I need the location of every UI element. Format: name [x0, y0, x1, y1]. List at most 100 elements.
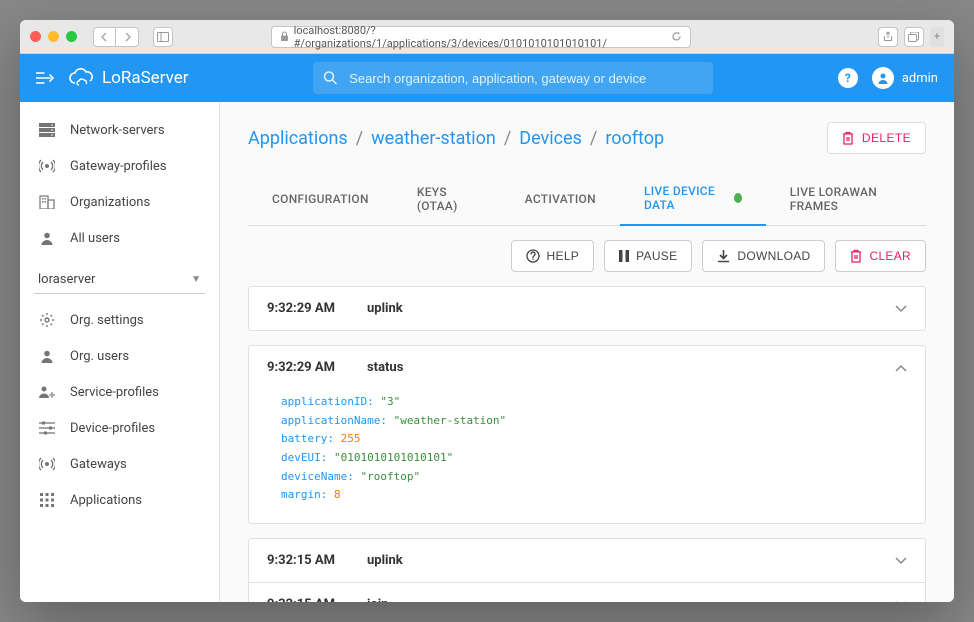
- json-key: battery:: [281, 432, 334, 445]
- crumb-app-name[interactable]: weather-station: [371, 128, 496, 149]
- nav-arrows: [93, 27, 139, 47]
- event-time: 9:32:15 AM: [267, 553, 367, 568]
- delete-label: DELETE: [862, 131, 911, 145]
- main-content: Applications / weather-station / Devices…: [220, 102, 954, 602]
- browser-chrome: localhost:8080/?#/organizations/1/applic…: [20, 20, 954, 54]
- event-detail: applicationID: "3" applicationName: "wea…: [249, 389, 925, 523]
- crumb-separator: /: [504, 128, 511, 149]
- refresh-icon[interactable]: [671, 31, 682, 42]
- clear-label: CLEAR: [869, 249, 911, 263]
- crumb-applications[interactable]: Applications: [248, 128, 348, 149]
- sidebar-item-applications[interactable]: Applications: [20, 482, 219, 518]
- tabs: CONFIGURATION KEYS (OTAA) ACTIVATION LIV…: [248, 172, 926, 226]
- chrome-right-buttons: +: [878, 27, 944, 47]
- sidebar-item-label: Service-profiles: [70, 385, 159, 400]
- tab-live-lorawan-frames[interactable]: LIVE LORAWAN FRAMES: [766, 172, 926, 225]
- event-row[interactable]: 9:32:15 AM join: [249, 583, 925, 602]
- pause-label: PAUSE: [636, 249, 677, 263]
- sidebar-toggle-button[interactable]: [153, 27, 173, 47]
- crumb-devices[interactable]: Devices: [519, 128, 582, 149]
- user-icon: [38, 347, 56, 365]
- event-time: 9:32:29 AM: [267, 360, 367, 375]
- org-selector[interactable]: loraserver ▼: [34, 266, 205, 294]
- server-icon: [38, 121, 56, 139]
- json-value: "weather-station": [394, 414, 507, 427]
- delete-button[interactable]: DELETE: [827, 122, 926, 154]
- new-tab-button[interactable]: +: [930, 27, 944, 47]
- tab-activation[interactable]: ACTIVATION: [501, 172, 620, 225]
- crumb-separator: /: [356, 128, 363, 149]
- forward-button[interactable]: [116, 28, 138, 46]
- sidebar-item-network-servers[interactable]: Network-servers: [20, 112, 219, 148]
- event-time: 9:32:29 AM: [267, 301, 367, 316]
- crumb-device-name[interactable]: rooftop: [605, 128, 664, 149]
- share-button[interactable]: [878, 27, 898, 47]
- tab-keys[interactable]: KEYS (OTAA): [393, 172, 501, 225]
- sidebar-item-gateways[interactable]: Gateways: [20, 446, 219, 482]
- event-panel: 9:32:29 AM uplink: [248, 286, 926, 331]
- sidebar-item-label: Gateway-profiles: [70, 159, 167, 174]
- sidebar-item-gateway-profiles[interactable]: Gateway-profiles: [20, 148, 219, 184]
- tab-live-device-data[interactable]: LIVE DEVICE DATA: [620, 172, 766, 226]
- event-row[interactable]: 9:32:29 AM uplink: [249, 287, 925, 330]
- search-input[interactable]: [313, 62, 713, 94]
- antenna-icon: [38, 157, 56, 175]
- json-value: "0101010101010101": [334, 451, 453, 464]
- sidebar-item-label: Network-servers: [70, 123, 165, 138]
- json-key: applicationName:: [281, 414, 387, 427]
- sidebar-item-all-users[interactable]: All users: [20, 220, 219, 256]
- json-value: "rooftop": [360, 470, 420, 483]
- sidebar-item-org-users[interactable]: Org. users: [20, 338, 219, 374]
- pause-button[interactable]: PAUSE: [604, 240, 692, 272]
- sidebar-item-organizations[interactable]: Organizations: [20, 184, 219, 220]
- chevron-down-icon: [895, 601, 907, 602]
- user-gear-icon: [38, 383, 56, 401]
- json-key: applicationID:: [281, 395, 374, 408]
- help-button[interactable]: HELP: [511, 240, 595, 272]
- sidebar-item-label: Applications: [70, 493, 142, 508]
- event-row[interactable]: 9:32:15 AM uplink: [249, 539, 925, 583]
- zoom-window-button[interactable]: [66, 31, 77, 42]
- sidebar: Network-servers Gateway-profiles Organiz…: [20, 102, 220, 602]
- minimize-window-button[interactable]: [48, 31, 59, 42]
- event-type: join: [367, 597, 895, 602]
- sidebar-item-label: Org. settings: [70, 313, 144, 328]
- sidebar-item-service-profiles[interactable]: Service-profiles: [20, 374, 219, 410]
- traffic-lights: [30, 31, 77, 42]
- event-type: status: [367, 360, 895, 375]
- user-icon: [38, 229, 56, 247]
- help-label: HELP: [547, 249, 580, 263]
- back-button[interactable]: [94, 28, 116, 46]
- trash-icon: [842, 131, 854, 145]
- event-panel-expanded: 9:32:29 AM status applicationID: "3" app…: [248, 345, 926, 524]
- gear-icon: [38, 311, 56, 329]
- app-header: LoRaServer ? admin: [20, 54, 954, 102]
- download-button[interactable]: DOWNLOAD: [702, 240, 825, 272]
- json-value: 8: [334, 488, 341, 501]
- url-bar[interactable]: localhost:8080/?#/organizations/1/applic…: [271, 26, 691, 48]
- chevron-down-icon: ▼: [191, 274, 201, 285]
- user-menu[interactable]: admin: [872, 67, 938, 89]
- menu-toggle-button[interactable]: [36, 71, 54, 85]
- breadcrumb: Applications / weather-station / Devices…: [248, 128, 664, 149]
- event-type: uplink: [367, 301, 895, 316]
- sidebar-item-label: All users: [70, 231, 120, 246]
- sidebar-item-label: Org. users: [70, 349, 129, 364]
- event-row[interactable]: 9:32:29 AM status: [249, 346, 925, 389]
- tab-configuration[interactable]: CONFIGURATION: [248, 172, 393, 225]
- user-avatar-icon: [872, 67, 894, 89]
- chevron-up-icon: [895, 364, 907, 372]
- chevron-down-icon: [895, 305, 907, 313]
- help-button[interactable]: ?: [838, 68, 858, 88]
- close-window-button[interactable]: [30, 31, 41, 42]
- sidebar-item-label: Gateways: [70, 457, 127, 472]
- event-type: uplink: [367, 553, 895, 568]
- sidebar-item-device-profiles[interactable]: Device-profiles: [20, 410, 219, 446]
- sidebar-item-label: Device-profiles: [70, 421, 155, 436]
- cloud-icon: [68, 68, 96, 88]
- download-icon: [717, 249, 730, 263]
- logo[interactable]: LoRaServer: [68, 68, 189, 88]
- sidebar-item-org-settings[interactable]: Org. settings: [20, 302, 219, 338]
- clear-button[interactable]: CLEAR: [835, 240, 926, 272]
- tabs-button[interactable]: [904, 27, 924, 47]
